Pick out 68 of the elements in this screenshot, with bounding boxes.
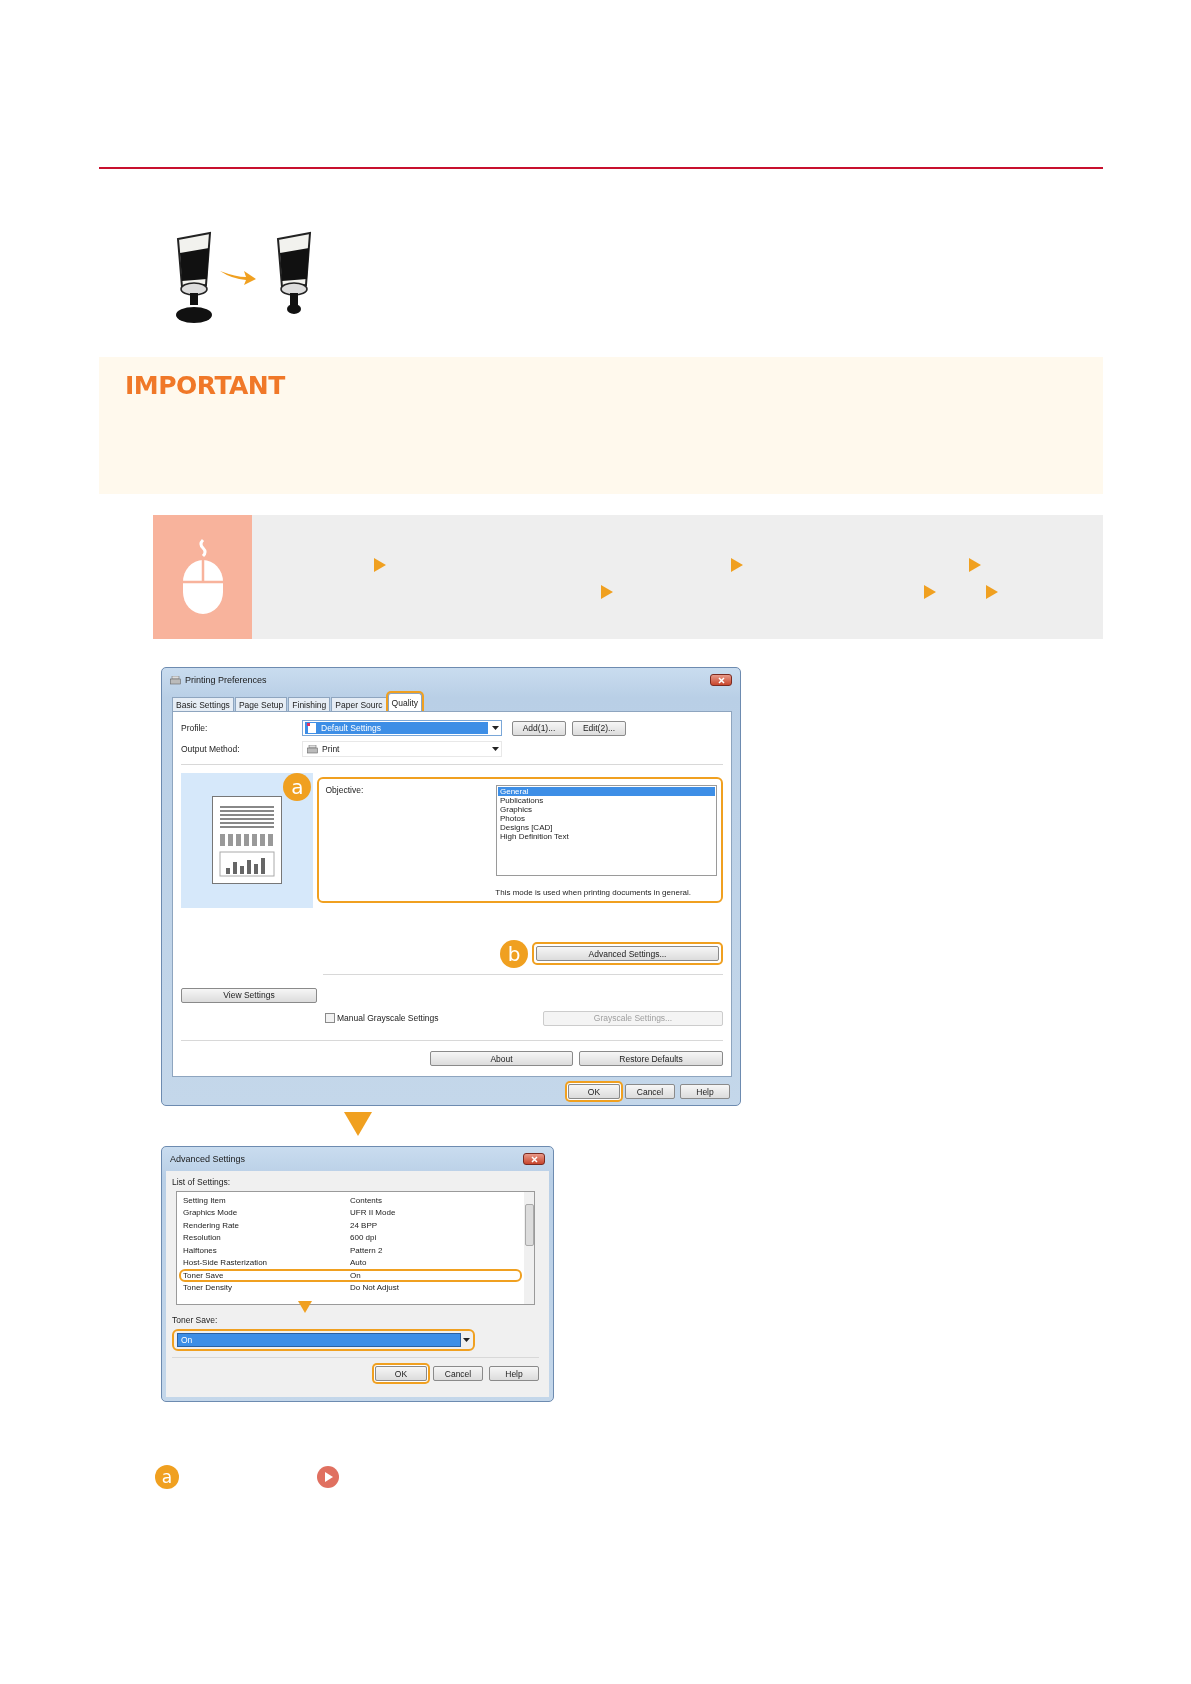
window-title: Printing Preferences xyxy=(185,675,268,685)
list-row[interactable]: Toner Density Do Not Adjust xyxy=(179,1281,522,1294)
objective-list[interactable]: General Publications Graphics Photos Designs [CAD] High Definition Text xyxy=(496,784,717,876)
list-option[interactable]: Designs [CAD] xyxy=(498,822,715,832)
callout-badge: b xyxy=(500,939,528,968)
document-icon xyxy=(307,723,317,734)
arrow-icon xyxy=(969,558,981,572)
arrow-icon xyxy=(374,558,386,572)
arrow-icon xyxy=(924,585,936,599)
dropdown-value: Print xyxy=(322,744,340,755)
list-row[interactable]: Rendering Rate 24 BPP xyxy=(179,1219,522,1232)
panel-button[interactable]: About xyxy=(430,1051,573,1066)
tab[interactable]: Page Setup xyxy=(234,697,288,711)
field-label: Objective: xyxy=(325,784,364,797)
window-title: Advanced Settings xyxy=(170,1154,247,1164)
list-option[interactable]: Publications xyxy=(498,795,715,805)
profile-button[interactable]: Add(1)... xyxy=(512,720,566,736)
list-row[interactable]: Halftones Pattern 2 xyxy=(179,1244,522,1257)
description-text: This mode is used when printing documents in general. xyxy=(495,887,691,897)
column-header: Setting Item xyxy=(182,1195,227,1205)
dialog-button[interactable]: Cancel xyxy=(625,1084,675,1099)
down-arrow-icon xyxy=(344,1112,372,1136)
dropdown-arrow-icon[interactable] xyxy=(492,726,499,731)
arrow-icon xyxy=(601,585,613,599)
callout-badge: a xyxy=(155,1465,179,1489)
arrow-icon xyxy=(731,558,743,572)
list-row[interactable]: Resolution 600 dpi xyxy=(179,1231,522,1244)
dialog-button[interactable]: OK xyxy=(568,1084,620,1099)
dialog-button[interactable]: OK xyxy=(375,1366,427,1381)
dialog-button[interactable]: Help xyxy=(489,1366,539,1381)
list-row[interactable]: Toner Save On xyxy=(179,1269,522,1282)
tab[interactable]: Basic Settings xyxy=(172,697,234,711)
printer-icon xyxy=(307,744,318,754)
play-icon xyxy=(317,1466,339,1488)
scrollbar[interactable] xyxy=(524,1192,534,1304)
arrow-icon xyxy=(986,585,998,599)
close-icon xyxy=(717,676,725,684)
tab[interactable]: Quality xyxy=(387,693,423,711)
list-option[interactable]: High Definition Text xyxy=(498,831,715,841)
list-label: List of Settings: xyxy=(172,1177,232,1187)
printer-icon xyxy=(170,675,181,685)
field-label: Output Method: xyxy=(181,744,241,755)
column-header: Contents xyxy=(349,1195,384,1205)
list-option[interactable]: Graphics xyxy=(498,804,715,814)
dropdown-arrow-icon[interactable] xyxy=(463,1338,470,1342)
grayscale-checkbox[interactable]: Manual Grayscale Settings xyxy=(325,1013,439,1024)
field-label: Profile: xyxy=(181,723,209,734)
panel-button[interactable]: Restore Defaults xyxy=(579,1051,723,1066)
mouse-icon xyxy=(180,538,225,616)
close-button[interactable] xyxy=(523,1153,545,1165)
tab[interactable]: Finishing xyxy=(288,697,331,711)
tab[interactable]: Paper Sourc xyxy=(331,697,387,711)
list-row[interactable]: Graphics Mode UFR II Mode xyxy=(179,1206,522,1219)
dialog-button[interactable]: Cancel xyxy=(433,1366,483,1381)
close-icon xyxy=(530,1155,538,1163)
down-arrow-icon xyxy=(296,1301,314,1313)
dropdown-value: Default Settings xyxy=(321,723,381,734)
view-settings-button[interactable]: View Settings xyxy=(181,987,317,1003)
field-label: Toner Save: xyxy=(172,1315,219,1325)
close-button[interactable] xyxy=(710,674,732,686)
dropdown-arrow-icon[interactable] xyxy=(492,747,499,752)
list-option[interactable]: Photos xyxy=(498,813,715,823)
output-method-dropdown[interactable]: Print xyxy=(302,741,502,758)
dialog-button[interactable]: Help xyxy=(680,1084,730,1099)
advanced-settings-button[interactable]: Advanced Settings... xyxy=(536,946,719,962)
important-heading: IMPORTANT xyxy=(125,371,285,400)
profile-button[interactable]: Edit(2)... xyxy=(572,720,626,736)
list-row[interactable]: Host-Side Rasterization Auto xyxy=(179,1256,522,1269)
